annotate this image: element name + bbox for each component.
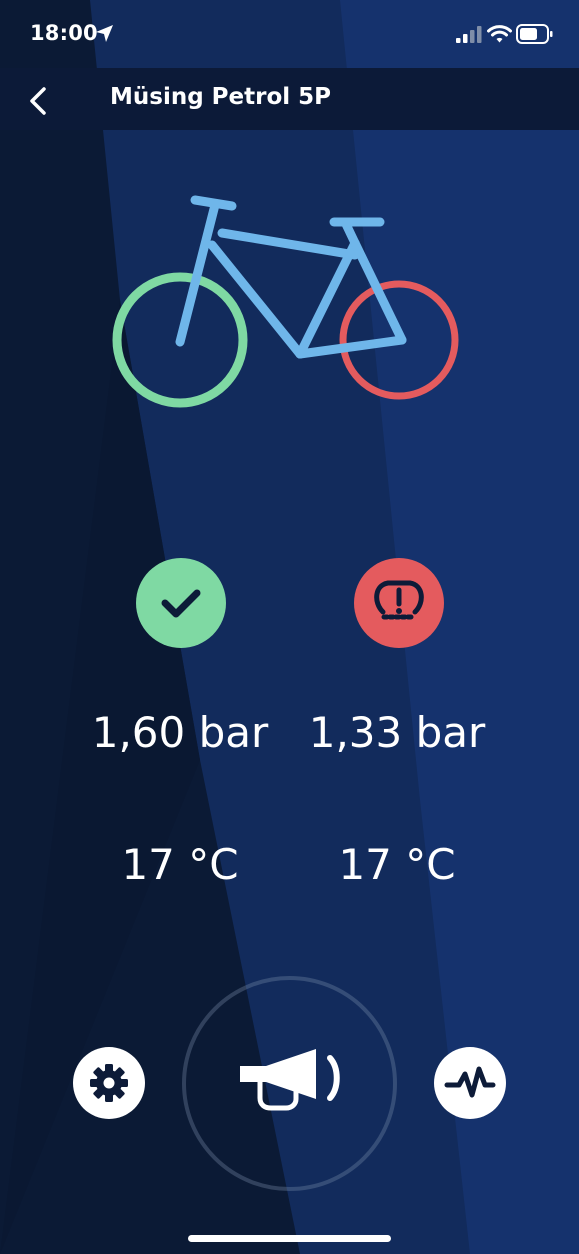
rear-tire-status [354, 558, 444, 648]
front-tire-pressure: 1,60 bar [91, 708, 269, 757]
battery-icon [516, 24, 553, 44]
gear-icon [90, 1064, 128, 1102]
horn-icon [240, 1049, 340, 1111]
nav-bar: Müsing Petrol 5P [0, 68, 579, 130]
checkmark-icon [161, 589, 201, 618]
stats-button[interactable] [434, 1047, 506, 1119]
chevron-left-icon [30, 87, 46, 115]
bike-illustration [112, 195, 459, 408]
signal-icon [456, 26, 482, 43]
front-tire-status [136, 558, 226, 648]
settings-button[interactable] [73, 1047, 145, 1119]
activity-graph-icon [444, 1066, 496, 1098]
rear-tire-pressure: 1,33 bar [308, 708, 486, 757]
wifi-icon [487, 25, 512, 43]
status-time: 18:00 [30, 21, 98, 45]
status-bar: 18:00 [0, 0, 579, 68]
tire-pressure-warning-icon [374, 580, 424, 620]
back-button[interactable] [18, 79, 60, 121]
home-indicator[interactable] [188, 1235, 391, 1242]
front-tire-temperature: 17 °C [121, 840, 239, 889]
horn-button[interactable] [182, 976, 397, 1191]
page-title: Müsing Petrol 5P [110, 84, 332, 110]
rear-tire-temperature: 17 °C [338, 840, 456, 889]
bike-frame [175, 195, 407, 359]
location-arrow-icon [96, 25, 113, 42]
